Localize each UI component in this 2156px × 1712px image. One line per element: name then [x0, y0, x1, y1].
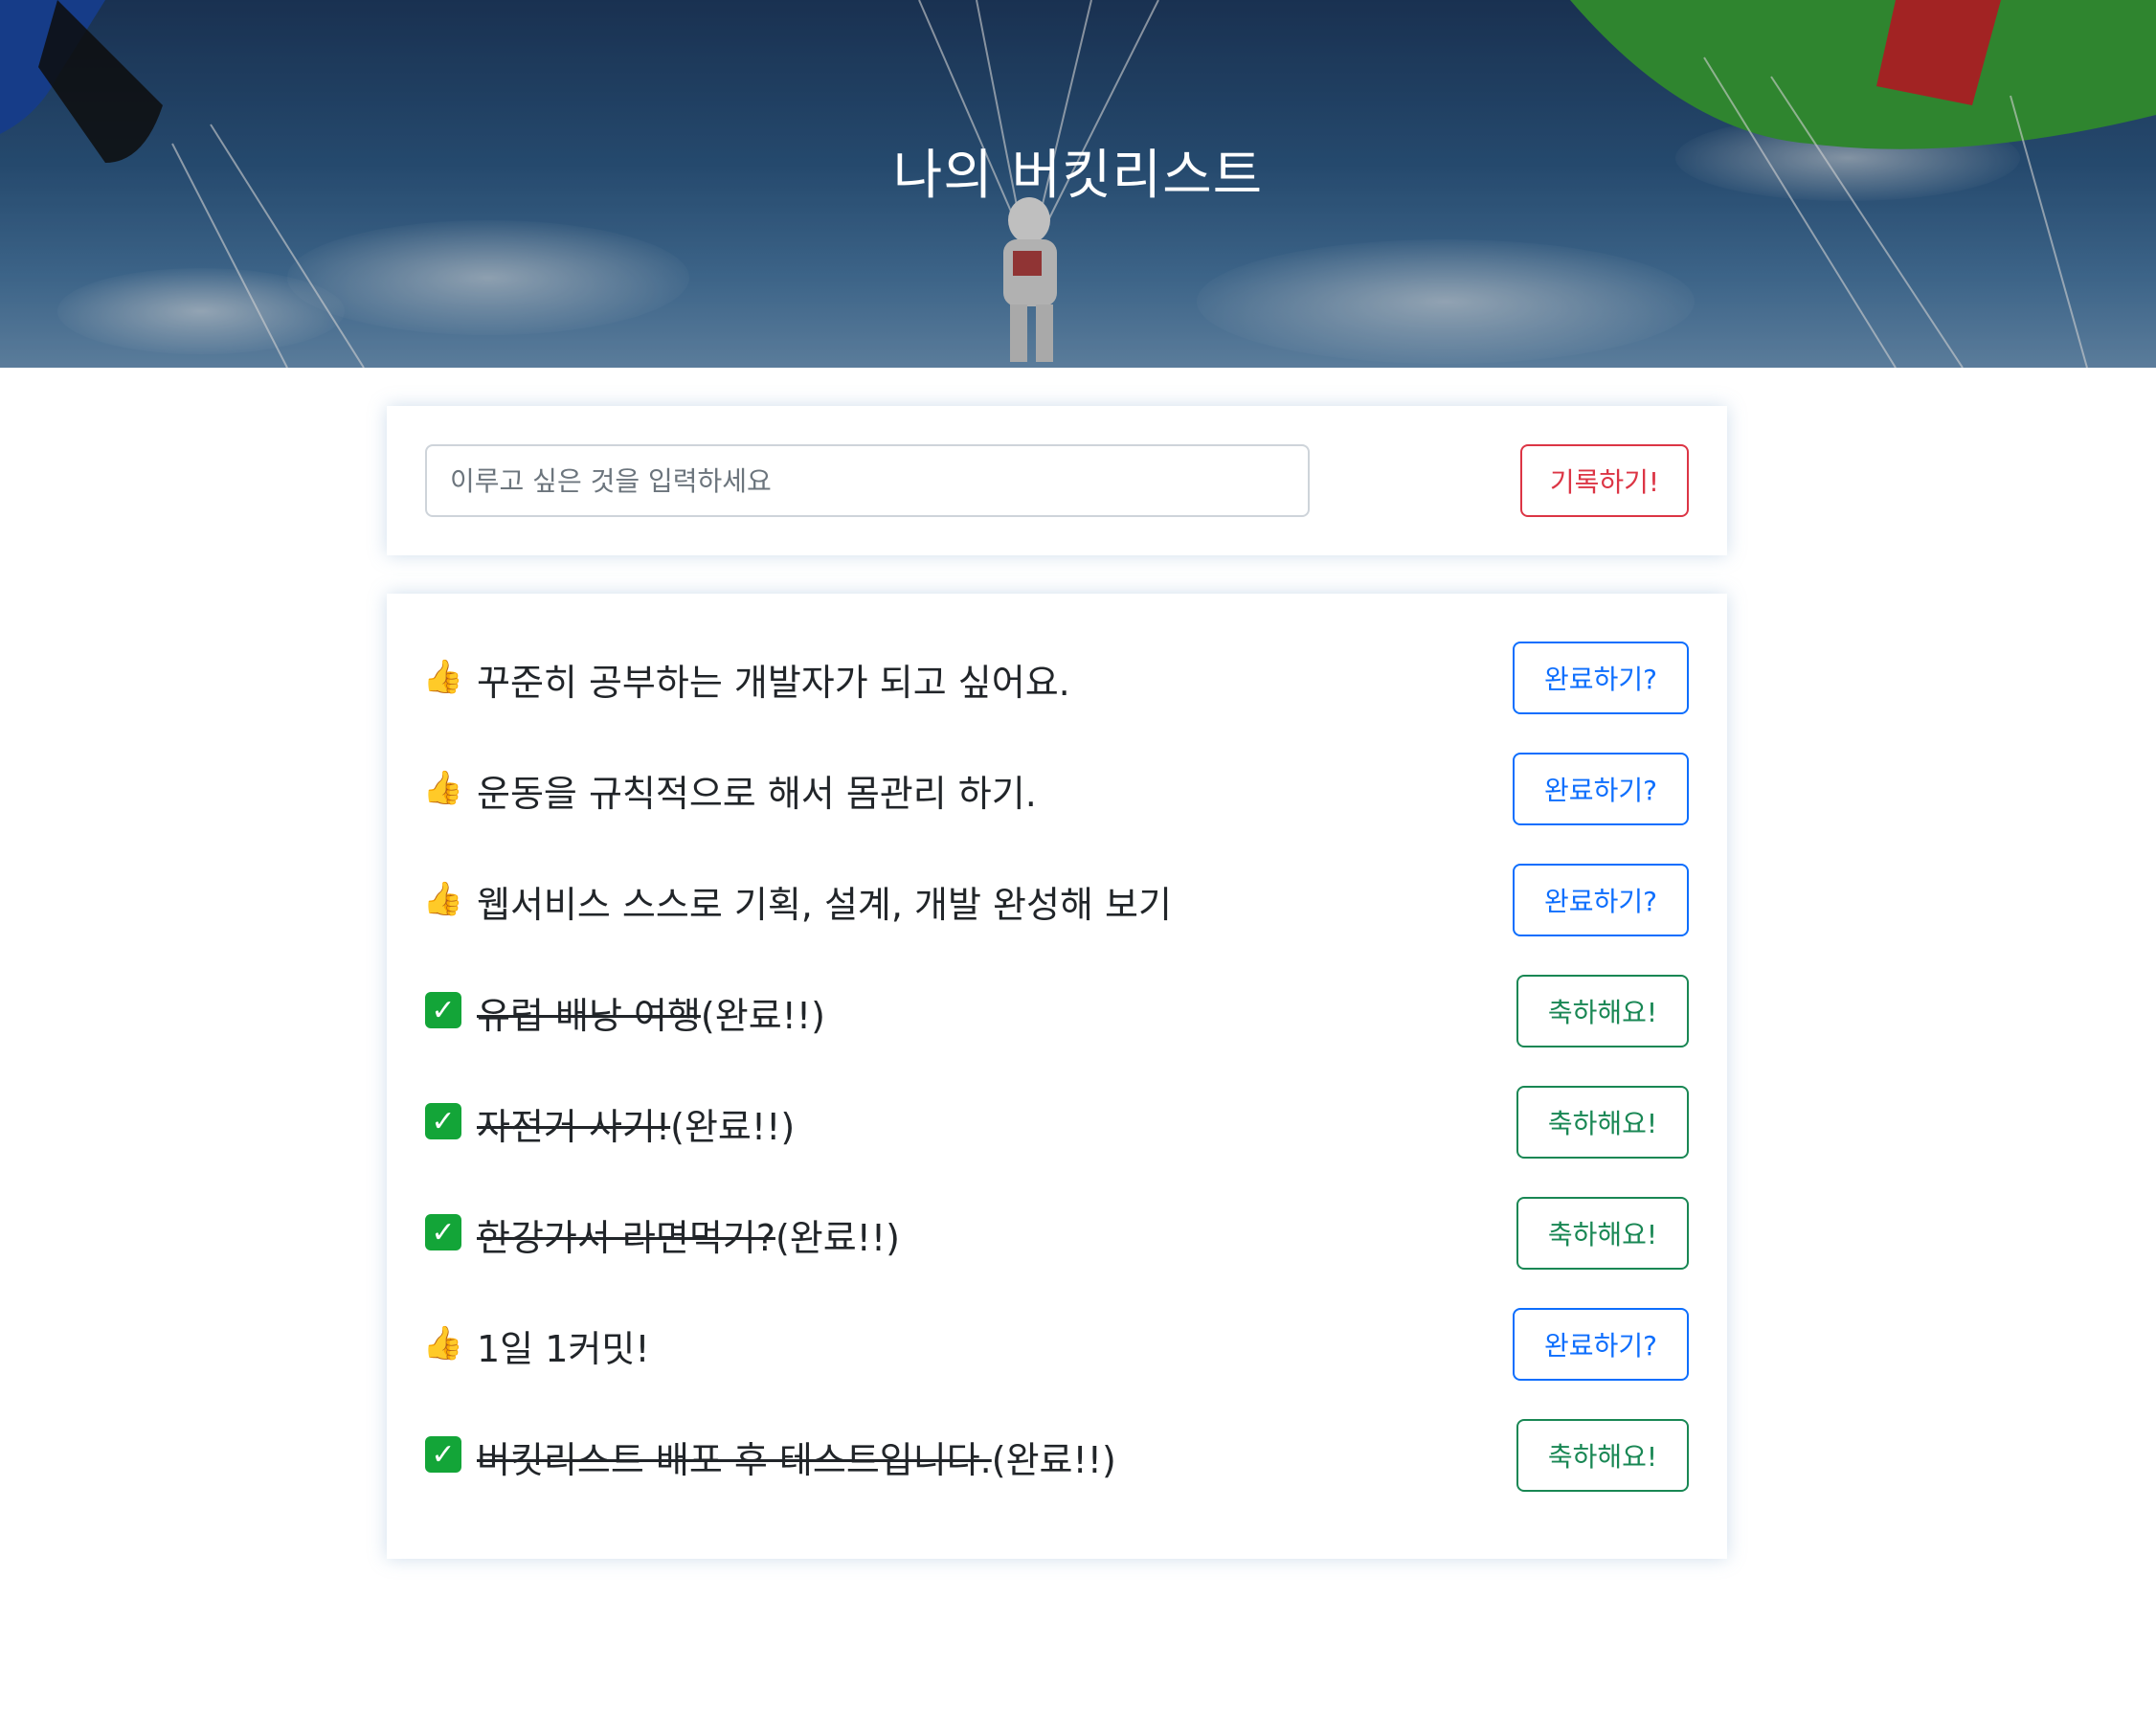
list-item-goal: 자전거 사기!: [477, 1106, 671, 1148]
list-item: ✓ 자전거 사기!(완료!!) 축하해요!: [425, 1084, 1689, 1160]
list-item-goal: 유럽 배낭 여행: [477, 995, 701, 1037]
list-item: 👍 1일 1커밋! 완료하기?: [422, 1306, 1689, 1383]
list-item: 👍 운동을 규칙적으로 해서 몸관리 하기. 완료하기?: [422, 751, 1689, 827]
congrats-button[interactable]: 축하해요!: [1516, 975, 1689, 1047]
congrats-button[interactable]: 축하해요!: [1516, 1419, 1689, 1492]
congrats-button[interactable]: 축하해요!: [1516, 1197, 1689, 1270]
check-mark-icon: ✓: [425, 1103, 461, 1139]
list-item-text: 운동을 규칙적으로 해서 몸관리 하기.: [477, 764, 1037, 817]
check-mark-icon: ✓: [425, 992, 461, 1028]
list-item-text: 웹서비스 스스로 기획, 설계, 개발 완성해 보기: [477, 875, 1172, 928]
list-item-text: 유럽 배낭 여행(완료!!): [477, 986, 825, 1039]
complete-button[interactable]: 완료하기?: [1513, 753, 1689, 825]
complete-button[interactable]: 완료하기?: [1513, 1308, 1689, 1381]
list-item-text: 한강가서 라면먹기?(완료!!): [477, 1208, 900, 1261]
list-item-text: 버킷리스트 배포 후 테스트입니다.(완료!!): [477, 1430, 1116, 1483]
list-item: 👍 웹서비스 스스로 기획, 설계, 개발 완성해 보기 완료하기?: [422, 862, 1689, 938]
thumbs-up-icon: 👍: [422, 880, 464, 918]
list-item-goal: 버킷리스트 배포 후 테스트입니다.: [477, 1439, 992, 1481]
list-item: ✓ 한강가서 라면먹기?(완료!!) 축하해요!: [425, 1195, 1689, 1272]
list-item-text: 꾸준히 공부하는 개발자가 되고 싶어요.: [477, 653, 1070, 706]
bucket-input[interactable]: [425, 444, 1310, 517]
list-item: 👍 꾸준히 공부하는 개발자가 되고 싶어요. 완료하기?: [422, 640, 1689, 716]
list-item: ✓ 버킷리스트 배포 후 테스트입니다.(완료!!) 축하해요!: [425, 1417, 1689, 1494]
thumbs-up-icon: 👍: [422, 658, 464, 696]
list-item-goal: 1일 1커밋!: [477, 1328, 650, 1370]
list-item-goal: 웹서비스 스스로 기획, 설계, 개발 완성해 보기: [477, 884, 1172, 926]
list-item: ✓ 유럽 배낭 여행(완료!!) 축하해요!: [425, 973, 1689, 1049]
complete-button[interactable]: 완료하기?: [1513, 642, 1689, 714]
complete-button[interactable]: 완료하기?: [1513, 864, 1689, 936]
check-mark-icon: ✓: [425, 1436, 461, 1473]
record-button[interactable]: 기록하기!: [1520, 444, 1689, 517]
check-mark-icon: ✓: [425, 1214, 461, 1250]
list-item-goal: 운동을 규칙적으로 해서 몸관리 하기.: [477, 773, 1037, 815]
list-item-status: (완료!!): [700, 995, 825, 1037]
input-card: 기록하기!: [387, 406, 1727, 555]
list-item-text: 자전거 사기!(완료!!): [477, 1097, 795, 1150]
bucket-list-card: 👍 꾸준히 공부하는 개발자가 되고 싶어요. 완료하기? 👍 운동을 규칙적으로 해서…: [387, 594, 1727, 1559]
page-title: 나의 버킷리스트: [892, 145, 1264, 207]
list-item-text: 1일 1커밋!: [477, 1319, 650, 1372]
thumbs-up-icon: 👍: [422, 1324, 464, 1363]
thumbs-up-icon: 👍: [422, 769, 464, 807]
list-item-status: (완료!!): [991, 1439, 1116, 1481]
hero-banner: 나의 버킷리스트: [0, 0, 2156, 368]
list-item-status: (완료!!): [670, 1106, 796, 1148]
list-item-goal: 꾸준히 공부하는 개발자가 되고 싶어요.: [477, 662, 1070, 704]
list-item-goal: 한강가서 라면먹기?: [477, 1217, 775, 1259]
list-item-status: (완료!!): [775, 1217, 900, 1259]
congrats-button[interactable]: 축하해요!: [1516, 1086, 1689, 1159]
